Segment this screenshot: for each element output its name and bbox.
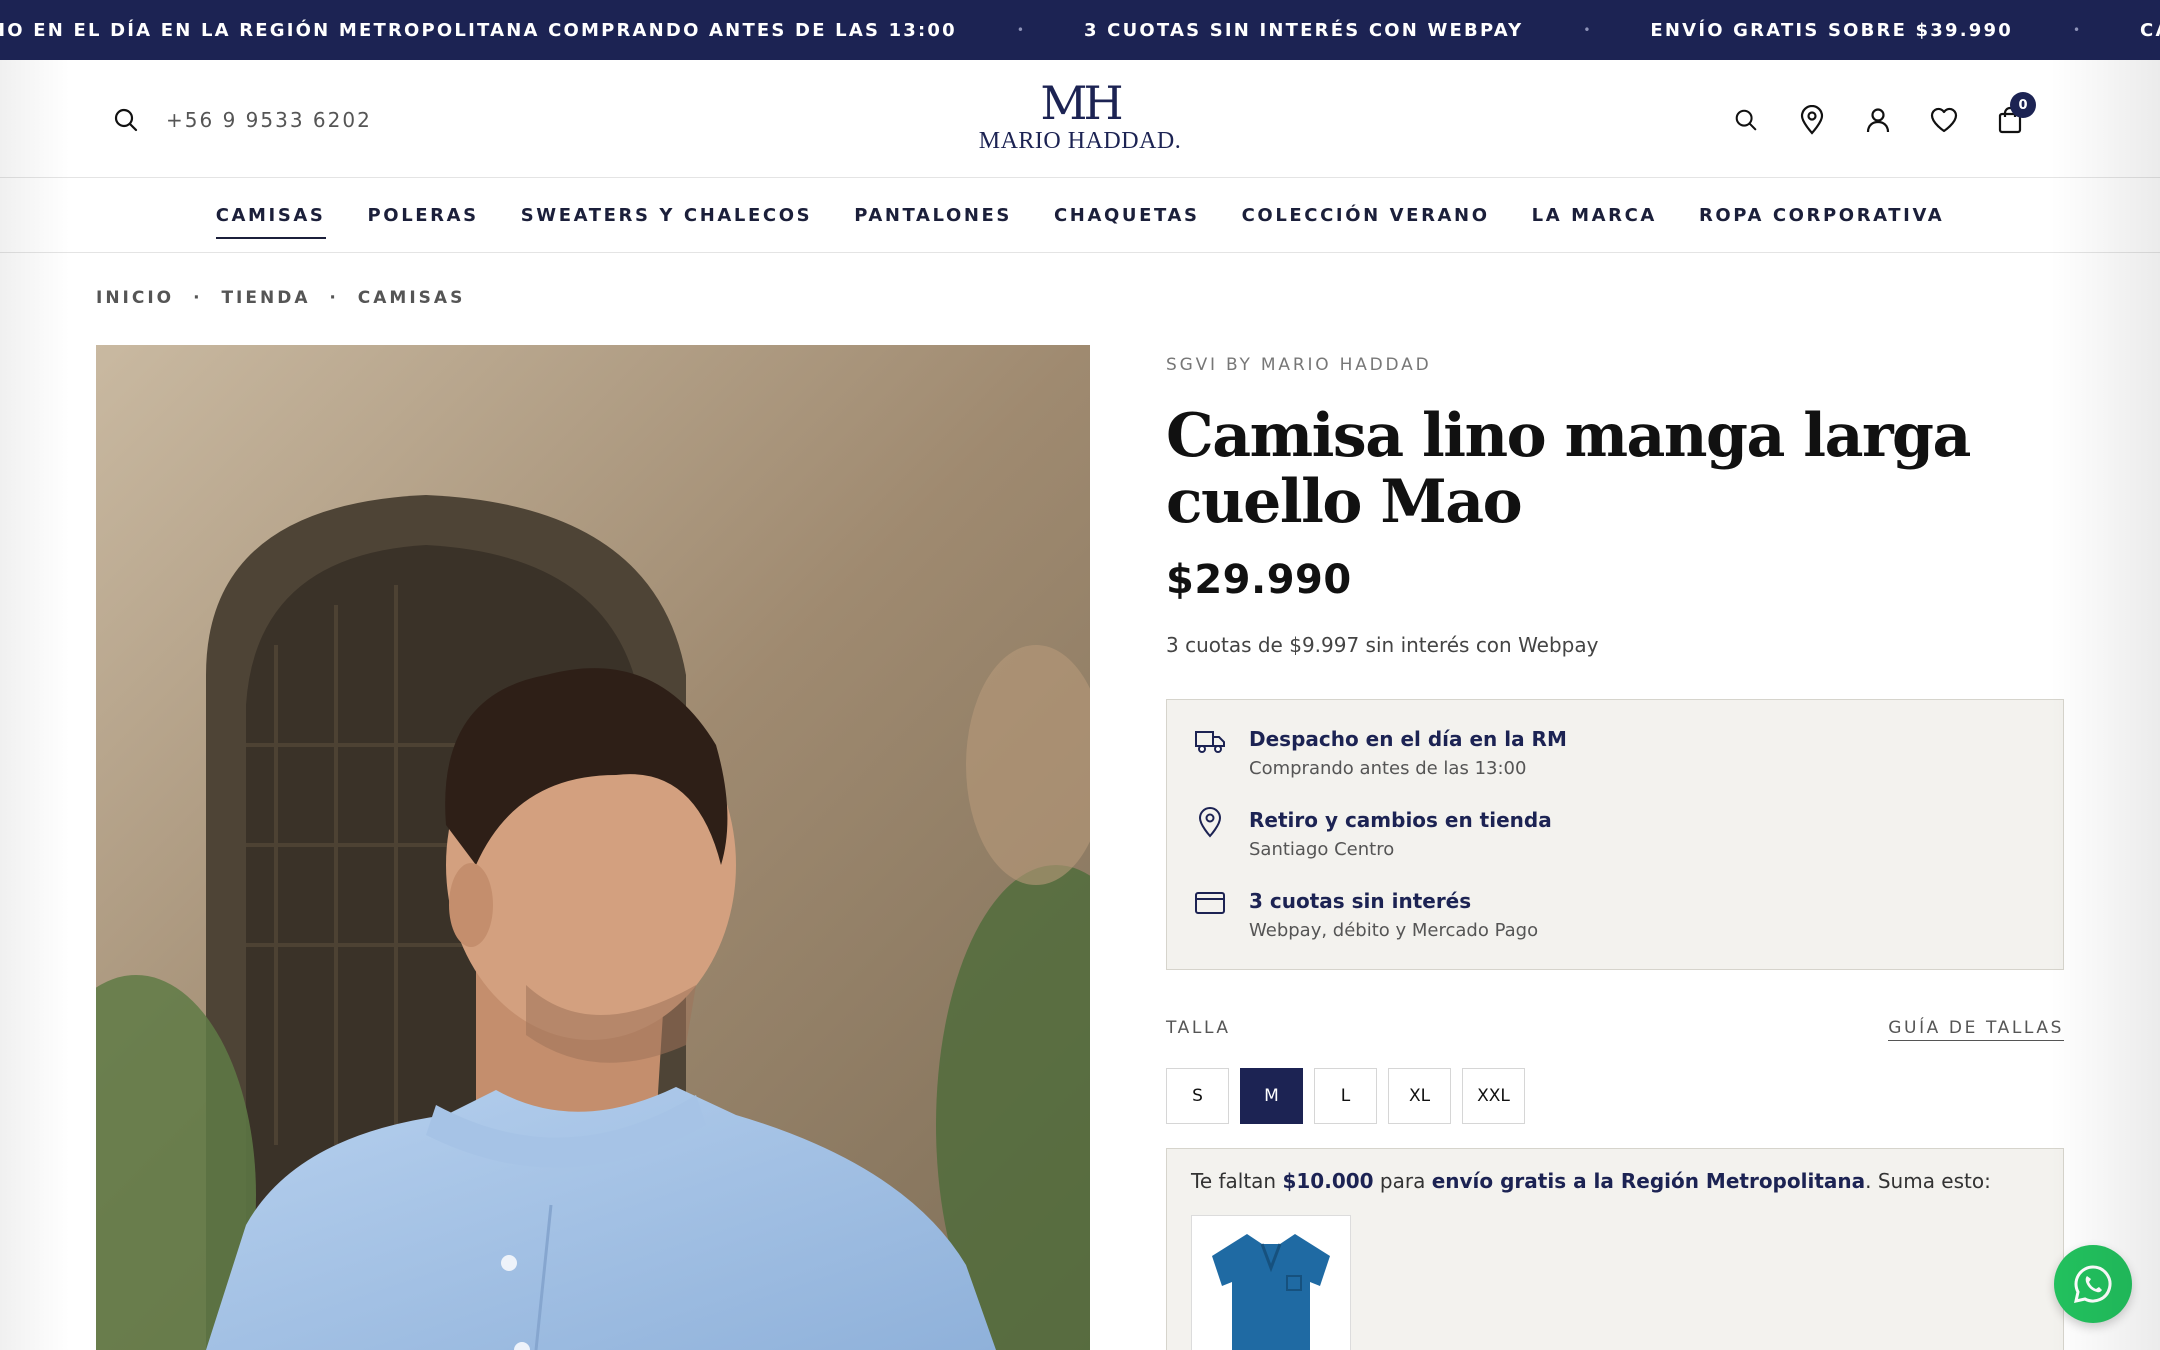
nav-item-pantalones[interactable]: PANTALONES [833,178,1033,253]
shipping-suffix: . Suma esto: [1865,1169,1991,1193]
search-icon[interactable] [1728,102,1764,138]
benefits-panel: Despacho en el día en la RM Comprando an… [1166,699,2064,970]
breadcrumb-separator: · [193,288,203,308]
cart-count-badge: 0 [2010,92,2036,118]
size-option-m[interactable]: M [1240,1068,1303,1124]
benefit-subtitle: Santiago Centro [1249,839,1395,860]
shipping-prefix: Te faltan [1191,1169,1277,1193]
announcement-separator: • [2072,23,2081,37]
shipping-region: envío gratis a la Región Metropolitana [1431,1169,1866,1193]
announcement-item: HO EN EL DÍA EN LA REGIÓN METROPOLITANA … [0,19,957,41]
left-edge-shade [0,60,70,1350]
user-icon[interactable] [1860,102,1896,138]
main-nav: CAMISAS POLERAS SWEATERS Y CHALECOS PANT… [0,178,2160,253]
location-pin-icon [1193,805,1227,839]
benefit-pickup: Retiro y cambios en tienda Santiago Cent… [1193,805,2037,864]
polo-shirt-image [1212,1234,1330,1350]
benefit-delivery: Despacho en el día en la RM Comprando an… [1193,724,2037,783]
breadcrumb-item-inicio[interactable]: INICIO [96,288,174,308]
free-shipping-upsell: Te faltan $10.000 para envío gratis a la… [1166,1148,2064,1350]
benefit-subtitle: Comprando antes de las 13:00 [1249,758,1527,779]
benefit-subtitle: Webpay, débito y Mercado Pago [1249,920,1539,941]
benefit-title: Retiro y cambios en tienda [1249,808,1552,832]
shipping-middle: para [1379,1169,1426,1193]
nav-item-ropa-corporativa[interactable]: ROPA CORPORATIVA [1678,178,1965,253]
breadcrumb: INICIO · TIENDA · CAMISAS [96,288,465,308]
product-brand[interactable]: SGVI BY MARIO HADDAD [1166,355,2064,375]
logo-text: MARIO HADDAD. [978,128,1182,154]
heart-icon[interactable] [1926,102,1962,138]
logo-mark: MH [1040,76,1123,130]
search-icon[interactable] [112,106,140,134]
free-shipping-message: Te faltan $10.000 para envío gratis a la… [1191,1169,2039,1193]
benefit-installments: 3 cuotas sin interés Webpay, débito y Me… [1193,886,2037,945]
location-pin-icon[interactable] [1794,102,1830,138]
nav-item-poleras[interactable]: POLERAS [347,178,500,253]
shopping-bag-icon[interactable]: 0 [1992,92,2036,138]
nav-item-camisas[interactable]: CAMISAS [195,178,347,253]
product-info: SGVI BY MARIO HADDAD Camisa lino manga l… [1166,355,2064,657]
size-label: TALLA [1166,1018,1231,1038]
size-guide-link[interactable]: GUÍA DE TALLAS [1888,1018,2064,1041]
brand-logo[interactable]: MH MARIO HADDAD. [960,78,1200,154]
size-option-xxl[interactable]: XXL [1462,1068,1525,1124]
breadcrumb-item-tienda[interactable]: TIENDA [221,288,310,308]
announcement-item: ENVÍO GRATIS SOBRE $39.990 [1650,19,2013,41]
right-edge-shade [2050,60,2160,1350]
truck-icon [1193,724,1227,758]
header-actions: 0 [1728,92,2036,138]
announcement-bar: HO EN EL DÍA EN LA REGIÓN METROPOLITANA … [0,0,2160,60]
size-option-l[interactable]: L [1314,1068,1377,1124]
announcement-separator: • [1583,23,1591,37]
phone-number[interactable]: +56 9 9533 6202 [166,106,372,134]
nav-item-coleccion-verano[interactable]: COLECCIÓN VERANO [1221,178,1511,253]
product-price: $29.990 [1166,557,1352,603]
size-options: S M L XL XXL [1166,1068,1525,1124]
shipping-amount: $10.000 [1282,1169,1374,1193]
breadcrumb-item-camisas: CAMISAS [357,288,466,308]
product-title: Camisa lino manga larga cuello Mao [1166,401,1971,537]
installments-text: 3 cuotas de $9.997 sin interés con Webpa… [1166,633,1599,657]
whatsapp-icon [2074,1265,2112,1303]
benefit-title: 3 cuotas sin interés [1249,889,1472,913]
announcement-item: 3 CUOTAS SIN INTERÉS CON WEBPAY [1083,19,1524,41]
breadcrumb-separator: · [329,288,339,308]
nav-item-la-marca[interactable]: LA MARCA [1511,178,1678,253]
announcement-item: CAMBIOS EN NUE [2140,19,2160,41]
size-option-xl[interactable]: XL [1388,1068,1451,1124]
nav-item-sweaters-y-chalecos[interactable]: SWEATERS Y CHALECOS [500,178,833,253]
site-header: +56 9 9533 6202 MH MARIO HADDAD. 0 [0,60,2160,178]
credit-card-icon [1193,886,1227,920]
size-option-s[interactable]: S [1166,1068,1229,1124]
announcement-separator: • [1016,23,1024,37]
upsell-product-card[interactable] [1191,1215,1351,1350]
product-image[interactable] [96,345,1090,1350]
announcement-track: HO EN EL DÍA EN LA REGIÓN METROPOLITANA … [0,0,2160,60]
benefit-title: Despacho en el día en la RM [1249,727,1567,751]
whatsapp-chat-button[interactable] [2054,1245,2132,1323]
nav-item-chaquetas[interactable]: CHAQUETAS [1033,178,1221,253]
